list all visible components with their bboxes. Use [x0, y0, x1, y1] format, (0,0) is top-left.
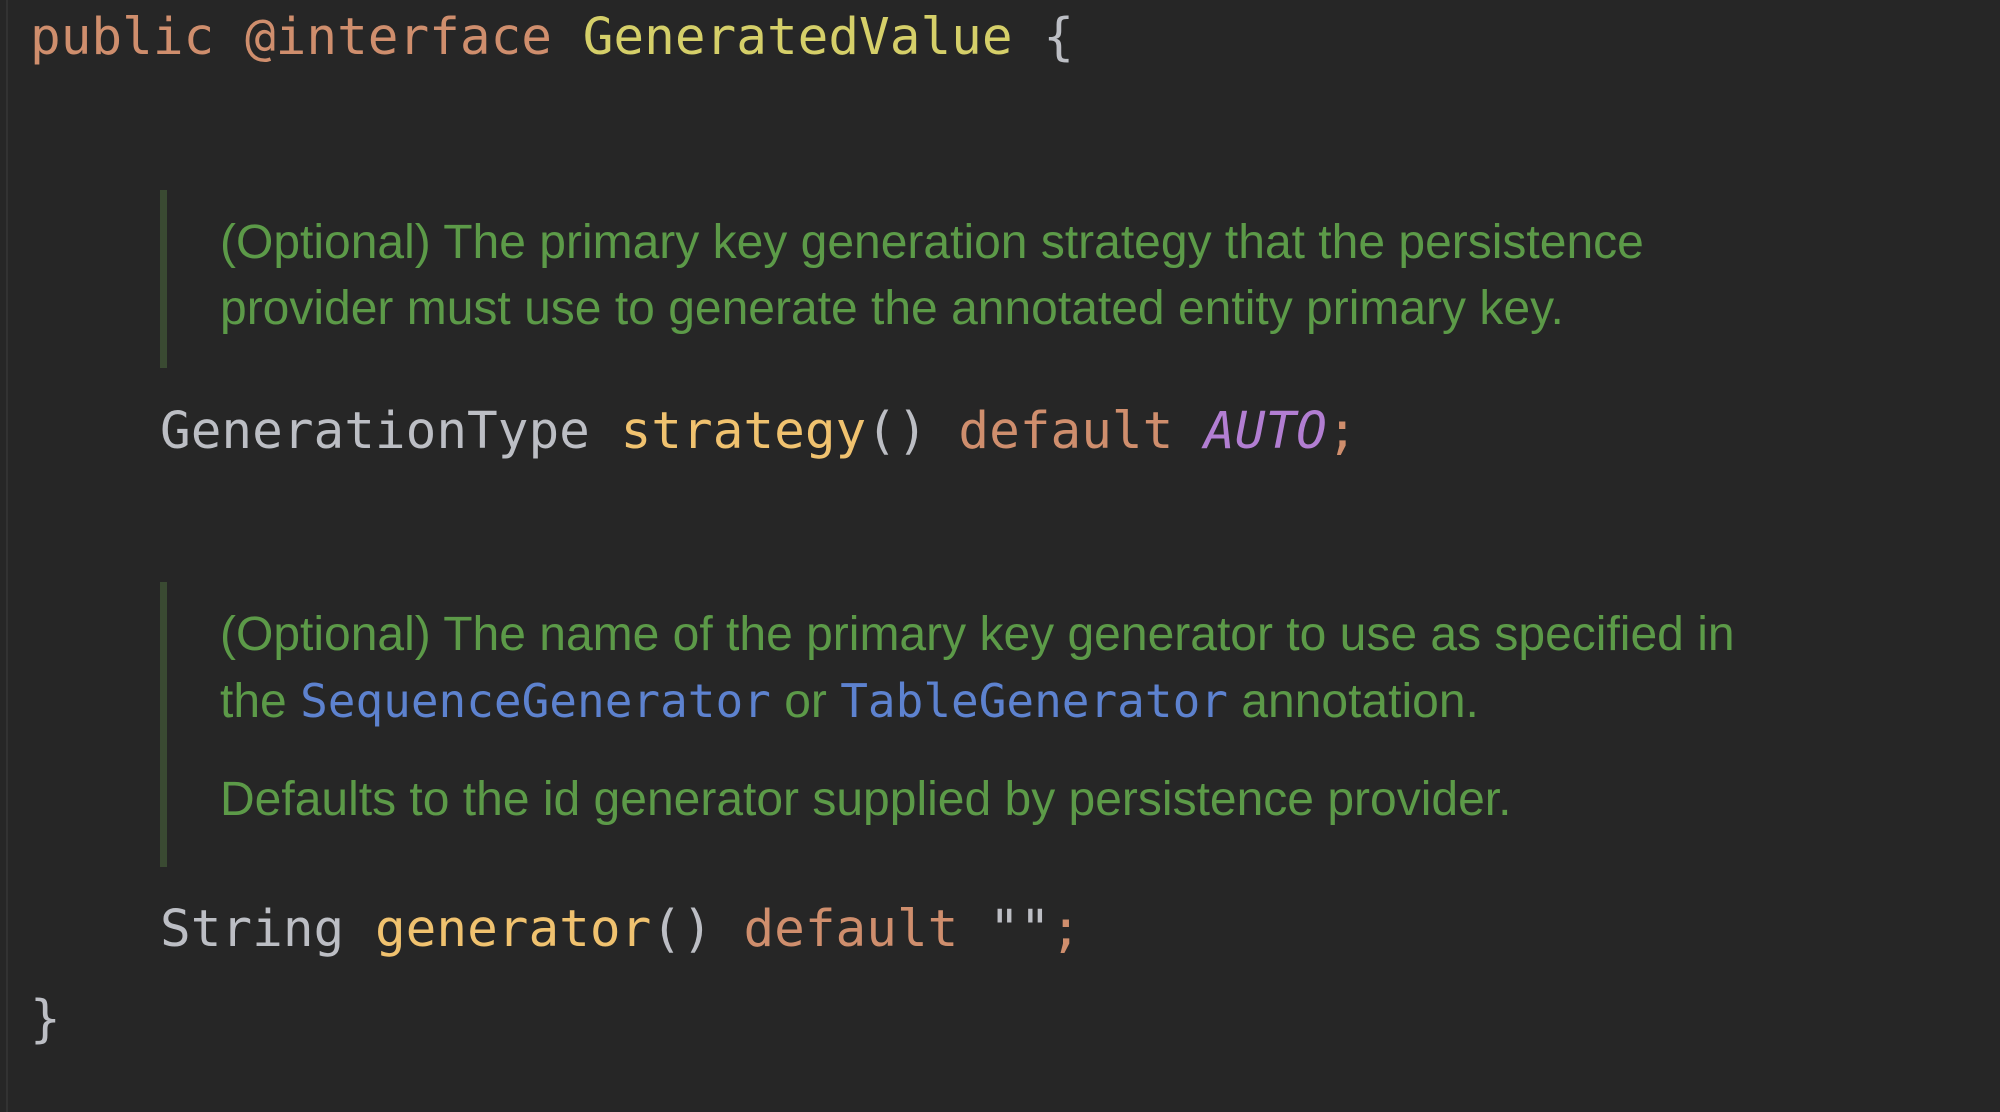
interface-declaration-line[interactable]: public @interface GeneratedValue { [30, 8, 1074, 68]
strategy-default-keyword: default [958, 402, 1174, 461]
strategy-method-name[interactable]: strategy [621, 402, 867, 461]
strategy-doc-line-2: provider must use to generate the annota… [220, 282, 1564, 335]
generator-doc-line-2-prefix: the [220, 675, 301, 728]
generator-method-name[interactable]: generator [375, 900, 651, 959]
generator-default-keyword: default [743, 900, 959, 959]
strategy-doc-comment: (Optional) The primary key generation st… [160, 190, 1644, 368]
gutter-border [6, 0, 8, 1112]
strategy-doc-text: (Optional) The primary key generation st… [220, 210, 1644, 342]
strategy-default-value[interactable]: AUTO [1204, 402, 1327, 461]
generator-doc-text: (Optional) The name of the primary key g… [220, 602, 1735, 735]
generator-semicolon: ; [1050, 900, 1082, 959]
strategy-semicolon: ; [1326, 402, 1358, 461]
strategy-doc-line-1: (Optional) The primary key generation st… [220, 216, 1644, 269]
strategy-method-line[interactable]: GenerationType strategy() default AUTO; [160, 402, 1358, 462]
generator-default-value[interactable]: "" [989, 900, 1050, 959]
generator-return-type[interactable]: String [160, 900, 344, 959]
generator-doc-comment: (Optional) The name of the primary key g… [160, 582, 1735, 867]
generator-doc-line-2-suffix: annotation. [1227, 675, 1479, 728]
code-editor[interactable]: public @interface GeneratedValue { (Opti… [0, 0, 2000, 1112]
close-brace: } [30, 990, 61, 1049]
generator-method-line[interactable]: String generator() default ""; [160, 900, 1081, 960]
interface-keyword: @interface [244, 8, 552, 67]
interface-name[interactable]: GeneratedValue [583, 8, 1013, 67]
generator-doc-defaults-text: Defaults to the id generator supplied by… [220, 773, 1512, 826]
table-generator-link[interactable]: TableGenerator [840, 674, 1228, 728]
close-brace-line[interactable]: } [30, 990, 61, 1050]
generator-doc-line-1: (Optional) The name of the primary key g… [220, 608, 1735, 661]
sequence-generator-link[interactable]: SequenceGenerator [300, 674, 771, 728]
open-brace: { [1043, 8, 1075, 67]
generator-parens: () [651, 900, 713, 959]
strategy-return-type[interactable]: GenerationType [160, 402, 590, 461]
generator-doc-line-2-mid: or [770, 675, 841, 728]
strategy-parens: () [866, 402, 928, 461]
public-keyword: public [30, 8, 215, 67]
